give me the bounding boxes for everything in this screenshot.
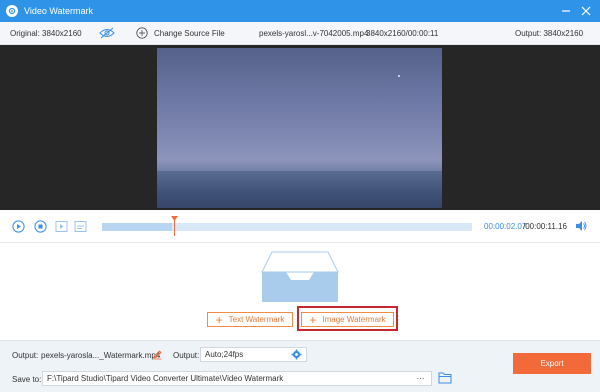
light-point: [398, 75, 400, 77]
stop-icon[interactable]: [34, 220, 47, 233]
sea-horizon: [157, 171, 442, 208]
save-path-value: F:\Tipard Studio\Tipard Video Converter …: [47, 374, 284, 383]
output-label: Output:: [12, 351, 39, 360]
output-format-value: Auto;24fps: [205, 350, 244, 359]
window-title: Video Watermark: [24, 6, 94, 16]
timeline-track[interactable]: [102, 223, 472, 231]
eye-icon[interactable]: [99, 27, 115, 39]
export-label: Export: [540, 359, 564, 368]
current-time: 00:00:02.07: [484, 222, 527, 231]
text-watermark-label: Text Watermark: [228, 315, 285, 324]
next-frame-icon[interactable]: [55, 220, 68, 233]
video-preview-area: [0, 45, 600, 210]
source-file-info: 3840x2160/00:00:11: [366, 29, 439, 38]
add-circle-icon[interactable]: [136, 27, 148, 39]
edit-pencil-icon[interactable]: [152, 349, 163, 360]
info-bar: Original: 3840x2160 Change Source File p…: [0, 22, 600, 45]
original-resolution: Original: 3840x2160: [10, 29, 82, 38]
change-source-file-button[interactable]: Change Source File: [154, 29, 225, 38]
timeline-progress: [102, 223, 173, 231]
text-watermark-button[interactable]: + Text Watermark: [207, 312, 293, 327]
output-resolution: Output: 3840x2160: [515, 29, 584, 38]
source-filename: pexels-yarosl...v-7042005.mp4: [259, 29, 369, 38]
output-filename: pexels-yarosla..._Watermark.mp4: [41, 351, 161, 360]
more-options-icon: ···: [416, 374, 425, 383]
playhead-marker[interactable]: [171, 216, 178, 236]
save-path-dropdown[interactable]: ···: [410, 371, 432, 386]
play-icon[interactable]: [12, 220, 25, 233]
app-logo-icon: [6, 5, 18, 17]
title-bar: Video Watermark: [0, 0, 600, 22]
output-format-label: Output:: [173, 351, 200, 360]
total-time: /00:00:11.16: [523, 222, 567, 231]
subtitle-icon[interactable]: [74, 220, 87, 233]
save-to-label: Save to:: [12, 375, 42, 384]
inbox-tray-icon: [260, 250, 340, 302]
highlight-box: [297, 306, 398, 331]
video-frame[interactable]: [157, 48, 442, 208]
plus-icon: +: [215, 312, 223, 327]
volume-icon[interactable]: [575, 220, 587, 232]
save-path-field[interactable]: F:\Tipard Studio\Tipard Video Converter …: [42, 371, 432, 386]
export-button[interactable]: Export: [513, 353, 591, 374]
close-icon[interactable]: [578, 3, 594, 19]
minimize-icon[interactable]: [558, 3, 574, 19]
folder-icon[interactable]: [438, 371, 452, 384]
settings-gear-icon[interactable]: [291, 349, 302, 360]
